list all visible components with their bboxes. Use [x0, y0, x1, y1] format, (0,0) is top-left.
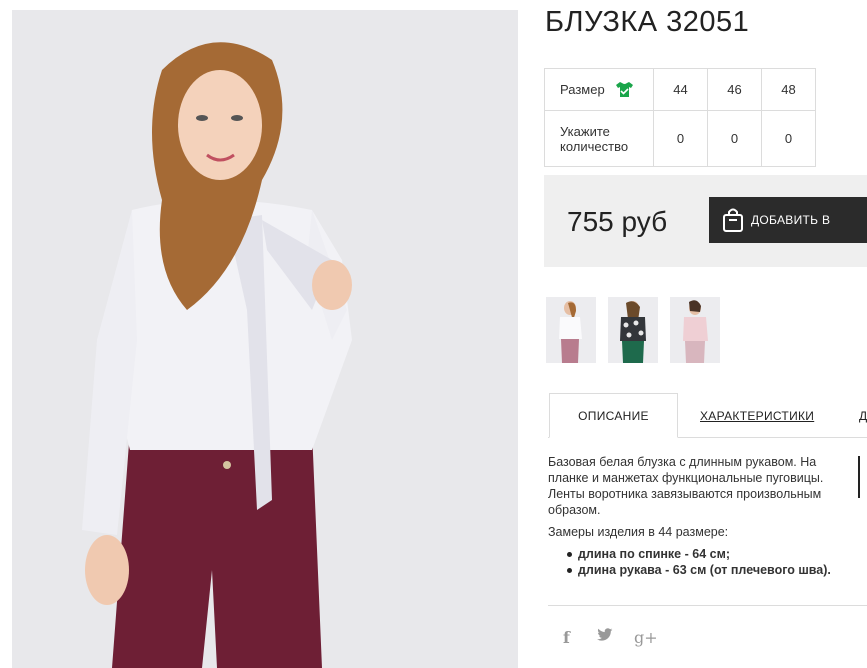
- measures-intro: Замеры изделия в 44 размере:: [548, 525, 729, 539]
- list-item: длина по спинке - 64 см;: [548, 546, 858, 562]
- add-to-cart-button[interactable]: ДОБАВИТЬ В: [709, 197, 867, 243]
- size-label: Размер: [560, 82, 605, 97]
- googleplus-icon[interactable]: g+: [634, 628, 658, 647]
- quantity-input-46[interactable]: 0: [707, 110, 762, 167]
- size-chart-icon[interactable]: [615, 81, 634, 98]
- buy-box: 755 руб ДОБАВИТЬ В: [544, 175, 867, 267]
- shopping-bag-icon: [719, 206, 747, 234]
- quantity-input-48[interactable]: 0: [761, 110, 816, 167]
- quantity-label: Укажите количество: [544, 110, 654, 167]
- tab-more[interactable]: Д: [859, 393, 867, 438]
- list-item: длина рукава - 63 см (от плечевого шва).: [548, 562, 858, 578]
- size-46: 46: [707, 68, 762, 111]
- facebook-icon[interactable]: f: [563, 628, 570, 647]
- size-48: 48: [761, 68, 816, 111]
- size-row: Размер 44 46 48: [544, 68, 816, 111]
- size-44: 44: [653, 68, 708, 111]
- product-price: 755 руб: [567, 206, 668, 237]
- product-title: БЛУЗКА 32051: [545, 6, 750, 38]
- quantity-input-44[interactable]: 0: [653, 110, 708, 167]
- description-scrollbar[interactable]: [858, 456, 860, 498]
- divider: [548, 605, 867, 606]
- description-panel: Базовая белая блузка с длинным рукавом. …: [548, 454, 858, 578]
- add-to-cart-label: ДОБАВИТЬ В: [751, 213, 831, 227]
- product-thumbnail-3[interactable]: [670, 297, 720, 363]
- size-label-cell: Размер: [544, 68, 654, 111]
- size-quantity-table: Размер 44 46 48 Укажите количество 0 0 0: [544, 68, 816, 167]
- twitter-icon[interactable]: [597, 628, 613, 647]
- tab-characteristics[interactable]: ХАРАКТЕРИСТИКИ: [700, 393, 814, 438]
- product-thumbnail-1[interactable]: [546, 297, 596, 363]
- measures-list: длина по спинке - 64 см; длина рукава - …: [548, 546, 858, 578]
- description-text: Базовая белая блузка с длинным рукавом. …: [548, 455, 824, 517]
- quantity-row: Укажите количество 0 0 0: [544, 110, 816, 167]
- tab-description[interactable]: ОПИСАНИЕ: [549, 393, 678, 438]
- product-main-photo[interactable]: [12, 10, 518, 668]
- product-thumbnail-2[interactable]: [608, 297, 658, 363]
